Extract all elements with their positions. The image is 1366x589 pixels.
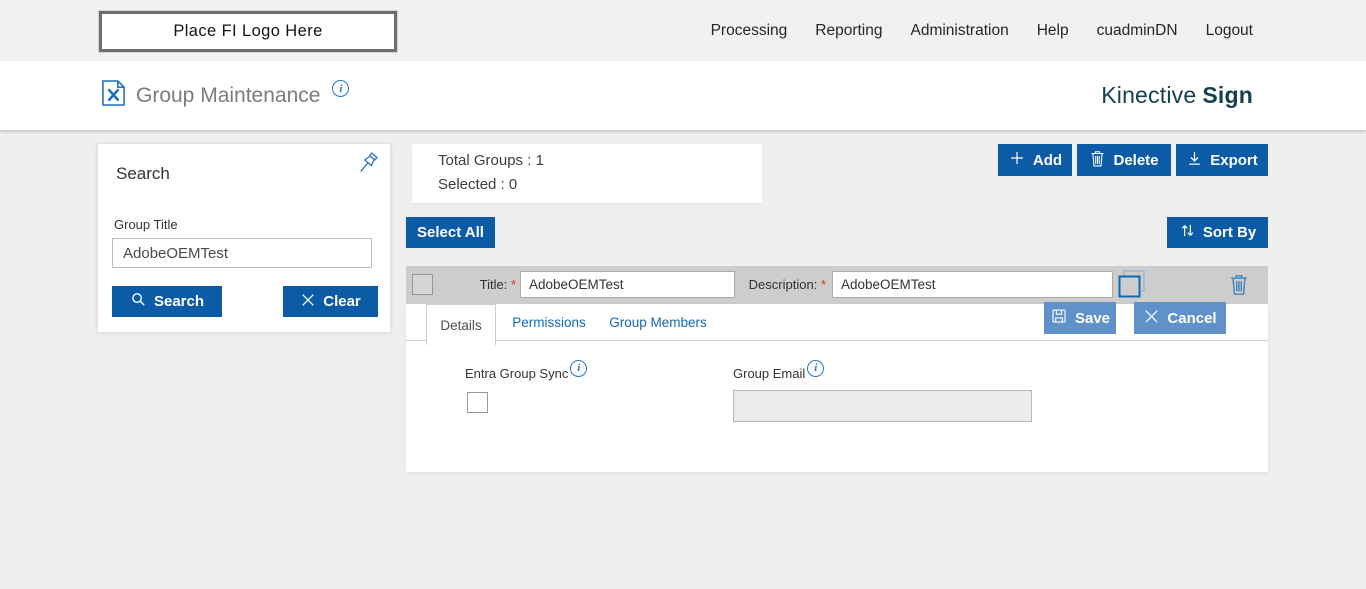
- total-groups-count: Total Groups : 1: [438, 152, 544, 169]
- sort-by-button[interactable]: Sort By: [1167, 217, 1268, 248]
- nav-administration[interactable]: Administration: [910, 22, 1008, 40]
- top-bar: Place FI Logo Here Processing Reporting …: [0, 0, 1366, 61]
- tab-group-members[interactable]: Group Members: [608, 304, 708, 341]
- row-checkbox[interactable]: [412, 274, 433, 295]
- entra-group-sync-label: Entra Group Synci: [465, 366, 587, 384]
- top-nav: Processing Reporting Administration Help…: [711, 0, 1253, 61]
- brand-logo: KinectiveSign: [1101, 61, 1253, 130]
- pin-icon[interactable]: [354, 151, 380, 177]
- fi-logo-placeholder: Place FI Logo Here: [99, 11, 397, 52]
- row-trash-icon[interactable]: [1228, 272, 1250, 302]
- floppy-save-icon: [1050, 307, 1068, 329]
- nav-logout[interactable]: Logout: [1206, 22, 1253, 40]
- download-icon: [1186, 150, 1203, 171]
- page-header: Group Maintenance i KinectiveSign: [0, 61, 1366, 130]
- group-detail-panel: Details Permissions Group Members Save C…: [406, 304, 1268, 472]
- group-title-search-input[interactable]: [112, 238, 372, 268]
- description-label: Description: *: [736, 277, 826, 292]
- cancel-x-icon: [1143, 308, 1160, 329]
- group-email-input: [733, 390, 1032, 422]
- nav-reporting[interactable]: Reporting: [815, 22, 882, 40]
- sort-arrows-icon: [1179, 222, 1196, 243]
- entra-group-sync-checkbox[interactable]: [467, 392, 488, 413]
- required-marker: *: [511, 277, 516, 292]
- trash-icon: [1089, 149, 1106, 172]
- group-row: Title: * Description: *: [406, 266, 1268, 304]
- group-email-label: Group Emaili: [733, 366, 824, 384]
- clear-button[interactable]: Clear: [283, 286, 378, 317]
- summary-box: Total Groups : 1 Selected : 0: [412, 144, 762, 203]
- search-button[interactable]: Search: [112, 286, 222, 317]
- cancel-button[interactable]: Cancel: [1134, 302, 1226, 334]
- search-icon: [130, 291, 147, 312]
- plus-icon: [1008, 149, 1026, 171]
- nav-user-cuadmindn[interactable]: cuadminDN: [1097, 22, 1178, 40]
- clear-x-icon: [300, 292, 316, 312]
- add-button[interactable]: Add: [998, 144, 1072, 176]
- group-maintenance-icon: [101, 79, 126, 112]
- tab-strip: Details Permissions Group Members Save C…: [406, 304, 1268, 341]
- search-panel: Search Group Title Search Clear: [97, 143, 391, 333]
- selected-count: Selected : 0: [438, 176, 517, 193]
- copy-icon[interactable]: [1117, 269, 1147, 304]
- search-panel-title: Search: [116, 164, 170, 184]
- save-button[interactable]: Save: [1044, 302, 1116, 334]
- title-input[interactable]: [520, 271, 735, 298]
- group-email-info-icon[interactable]: i: [807, 360, 824, 377]
- select-all-button[interactable]: Select All: [406, 217, 495, 248]
- page-info-icon[interactable]: i: [332, 80, 349, 97]
- brand-product: Sign: [1202, 82, 1253, 109]
- nav-help[interactable]: Help: [1037, 22, 1069, 40]
- brand-name: Kinective: [1101, 82, 1196, 109]
- title-label: Title: *: [454, 277, 516, 292]
- export-button[interactable]: Export: [1176, 144, 1268, 176]
- delete-button[interactable]: Delete: [1077, 144, 1171, 176]
- entra-info-icon[interactable]: i: [570, 360, 587, 377]
- tab-permissions[interactable]: Permissions: [514, 304, 584, 341]
- required-marker: *: [821, 277, 826, 292]
- nav-processing[interactable]: Processing: [711, 22, 788, 40]
- description-input[interactable]: [832, 271, 1113, 298]
- group-title-label: Group Title: [114, 217, 178, 232]
- tab-details[interactable]: Details: [426, 304, 496, 345]
- page-title: Group Maintenance: [136, 84, 320, 108]
- fi-logo-text: Place FI Logo Here: [173, 22, 322, 41]
